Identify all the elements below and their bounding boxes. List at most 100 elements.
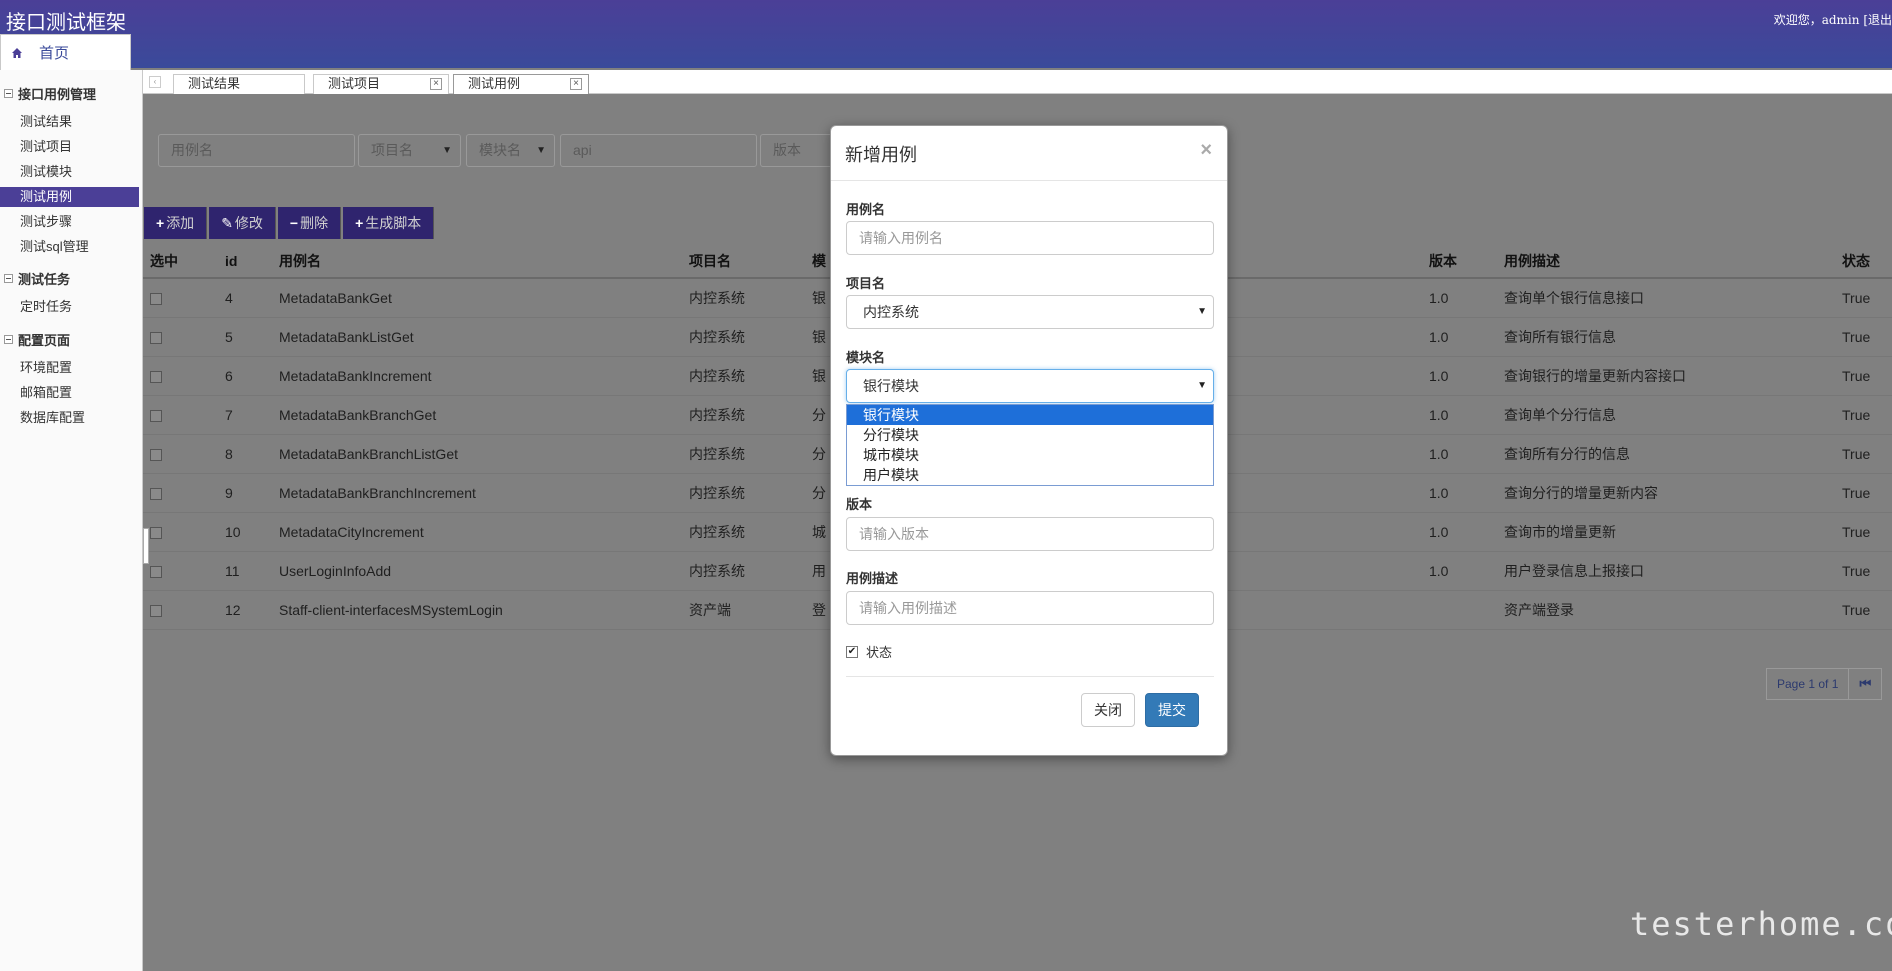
collapse-icon[interactable] <box>4 89 13 98</box>
description-cell: 查询所有分行的信息 <box>1497 434 1835 474</box>
project-filter-select[interactable]: 项目名 ▼ <box>358 134 461 167</box>
sidebar-group-config[interactable]: 配置页面 <box>0 330 70 349</box>
caret-down-icon: ▼ <box>1197 380 1207 391</box>
sidebar-group-test-tasks[interactable]: 测试任务 <box>0 269 70 288</box>
sidebar-item-test-steps[interactable]: 测试步骤 <box>0 212 139 232</box>
tab-test-results[interactable]: 测试结果 <box>173 74 305 94</box>
case-name-filter[interactable]: 用例名 <box>158 134 355 167</box>
project-cell: 内控系统 <box>682 356 805 396</box>
dropdown-option-user[interactable]: 用户模块 <box>847 465 1213 485</box>
first-page-icon[interactable]: ⏮ <box>1849 669 1881 699</box>
home-icon <box>9 45 25 61</box>
home-tab[interactable]: 首页 <box>0 34 131 70</box>
sidebar-item-db-config[interactable]: 数据库配置 <box>0 408 139 428</box>
dropdown-option-city[interactable]: 城市模块 <box>847 445 1213 465</box>
add-button[interactable]: + 添加 <box>144 207 208 239</box>
footer-divider <box>846 676 1214 677</box>
case-name-cell: MetadataBankListGet <box>272 317 682 357</box>
edit-button[interactable]: ✎ 修改 <box>209 207 276 239</box>
sidebar-item-test-results[interactable]: 测试结果 <box>0 112 139 132</box>
sidebar-item-test-modules[interactable]: 测试模块 <box>0 162 139 182</box>
row-checkbox[interactable] <box>150 526 162 539</box>
collapse-icon[interactable] <box>4 274 13 283</box>
case-name-cell: MetadataBankIncrement <box>272 356 682 396</box>
caret-down-icon: ▼ <box>442 145 452 156</box>
column-header[interactable]: id <box>218 244 272 279</box>
description-input[interactable]: 请输入用例描述 <box>846 591 1214 625</box>
row-checkbox[interactable] <box>150 448 162 461</box>
row-checkbox[interactable] <box>150 293 162 306</box>
dropdown-option-branch[interactable]: 分行模块 <box>847 425 1213 445</box>
sidebar-item-test-sql[interactable]: 测试sql管理 <box>0 237 139 257</box>
close-icon[interactable]: × <box>1200 139 1212 162</box>
dropdown-option-bank[interactable]: 银行模块 <box>847 405 1213 425</box>
close-button[interactable]: 关闭 <box>1081 693 1135 727</box>
app-title: 接口测试框架 <box>6 12 126 34</box>
tab-test-cases[interactable]: 测试用例 × <box>453 74 589 94</box>
sidebar-collapse-handle[interactable] <box>143 528 149 564</box>
column-header[interactable]: 状态 <box>1835 244 1892 279</box>
row-checkbox[interactable] <box>150 565 162 578</box>
version-cell: 1.0 <box>1422 356 1497 396</box>
modal-title: 新增用例 <box>845 145 917 165</box>
select-cell <box>143 473 218 513</box>
version-cell: 1.0 <box>1422 395 1497 435</box>
version-input[interactable]: 请输入版本 <box>846 517 1214 551</box>
id-cell: 4 <box>218 278 272 318</box>
tab-test-projects[interactable]: 测试项目 × <box>313 74 449 94</box>
select-cell <box>143 512 218 552</box>
sidebar-item-env-config[interactable]: 环境配置 <box>0 358 139 378</box>
column-header[interactable]: 版本 <box>1422 244 1497 279</box>
api-filter[interactable]: api <box>560 134 757 167</box>
plus-icon: + <box>355 215 364 231</box>
column-header[interactable]: 用例名 <box>272 244 682 279</box>
version-cell: 1.0 <box>1422 434 1497 474</box>
case-name-cell: MetadataBankBranchGet <box>272 395 682 435</box>
case-name-cell: MetadataBankBranchListGet <box>272 434 682 474</box>
version-cell: 1.0 <box>1422 278 1497 318</box>
sidebar-item-mail-config[interactable]: 邮箱配置 <box>0 383 139 403</box>
submit-button[interactable]: 提交 <box>1145 693 1199 727</box>
version-cell <box>1422 590 1497 630</box>
row-checkbox[interactable] <box>150 331 162 344</box>
sidebar-item-test-cases[interactable]: 测试用例 <box>0 187 139 207</box>
version-filter[interactable]: 版本 <box>760 134 840 167</box>
delete-button[interactable]: − 删除 <box>277 207 342 239</box>
sidebar-item-scheduled-tasks[interactable]: 定时任务 <box>0 297 139 317</box>
row-checkbox[interactable] <box>150 604 162 617</box>
status-checkbox[interactable]: ✔ <box>846 645 858 658</box>
column-header[interactable]: 用例描述 <box>1497 244 1835 279</box>
close-icon[interactable]: × <box>430 78 442 90</box>
delete-label: 删除 <box>300 215 329 231</box>
project-cell: 内控系统 <box>682 473 805 513</box>
close-icon[interactable]: × <box>570 78 582 90</box>
module-select[interactable]: 银行模块 ▼ <box>846 369 1214 403</box>
row-checkbox[interactable] <box>150 370 162 383</box>
tab-label: 测试结果 <box>188 76 241 91</box>
sidebar-item-test-projects[interactable]: 测试项目 <box>0 137 139 157</box>
module-filter-select[interactable]: 模块名 ▼ <box>466 134 555 167</box>
case-name-label: 用例名 <box>846 202 886 217</box>
tab-scroll-left-icon[interactable]: ‹ <box>149 76 161 88</box>
project-select[interactable]: 内控系统 ▼ <box>846 295 1214 329</box>
project-select-value: 内控系统 <box>863 304 919 320</box>
version-cell: 1.0 <box>1422 512 1497 552</box>
sidebar-group-label: 配置页面 <box>18 333 71 348</box>
description-cell: 查询分行的增量更新内容 <box>1497 473 1835 513</box>
status-cell: True <box>1835 434 1892 474</box>
sidebar-group-case-management[interactable]: 接口用例管理 <box>0 84 96 103</box>
generate-script-button[interactable]: + 生成脚本 <box>343 207 435 239</box>
project-filter-label: 项目名 <box>371 142 413 158</box>
row-checkbox[interactable] <box>150 409 162 422</box>
case-name-input[interactable]: 请输入用例名 <box>846 221 1214 255</box>
description-cell: 资产端登录 <box>1497 590 1835 630</box>
collapse-icon[interactable] <box>4 335 13 344</box>
column-header[interactable]: 选中 <box>143 244 218 279</box>
edit-label: 修改 <box>234 215 263 231</box>
row-checkbox[interactable] <box>150 487 162 500</box>
select-cell <box>143 278 218 318</box>
description-cell: 查询单个分行信息 <box>1497 395 1835 435</box>
column-header[interactable]: 项目名 <box>682 244 805 279</box>
description-label: 用例描述 <box>846 571 899 586</box>
tab-strip: ‹ 测试结果 测试项目 × 测试用例 × <box>143 70 1892 94</box>
